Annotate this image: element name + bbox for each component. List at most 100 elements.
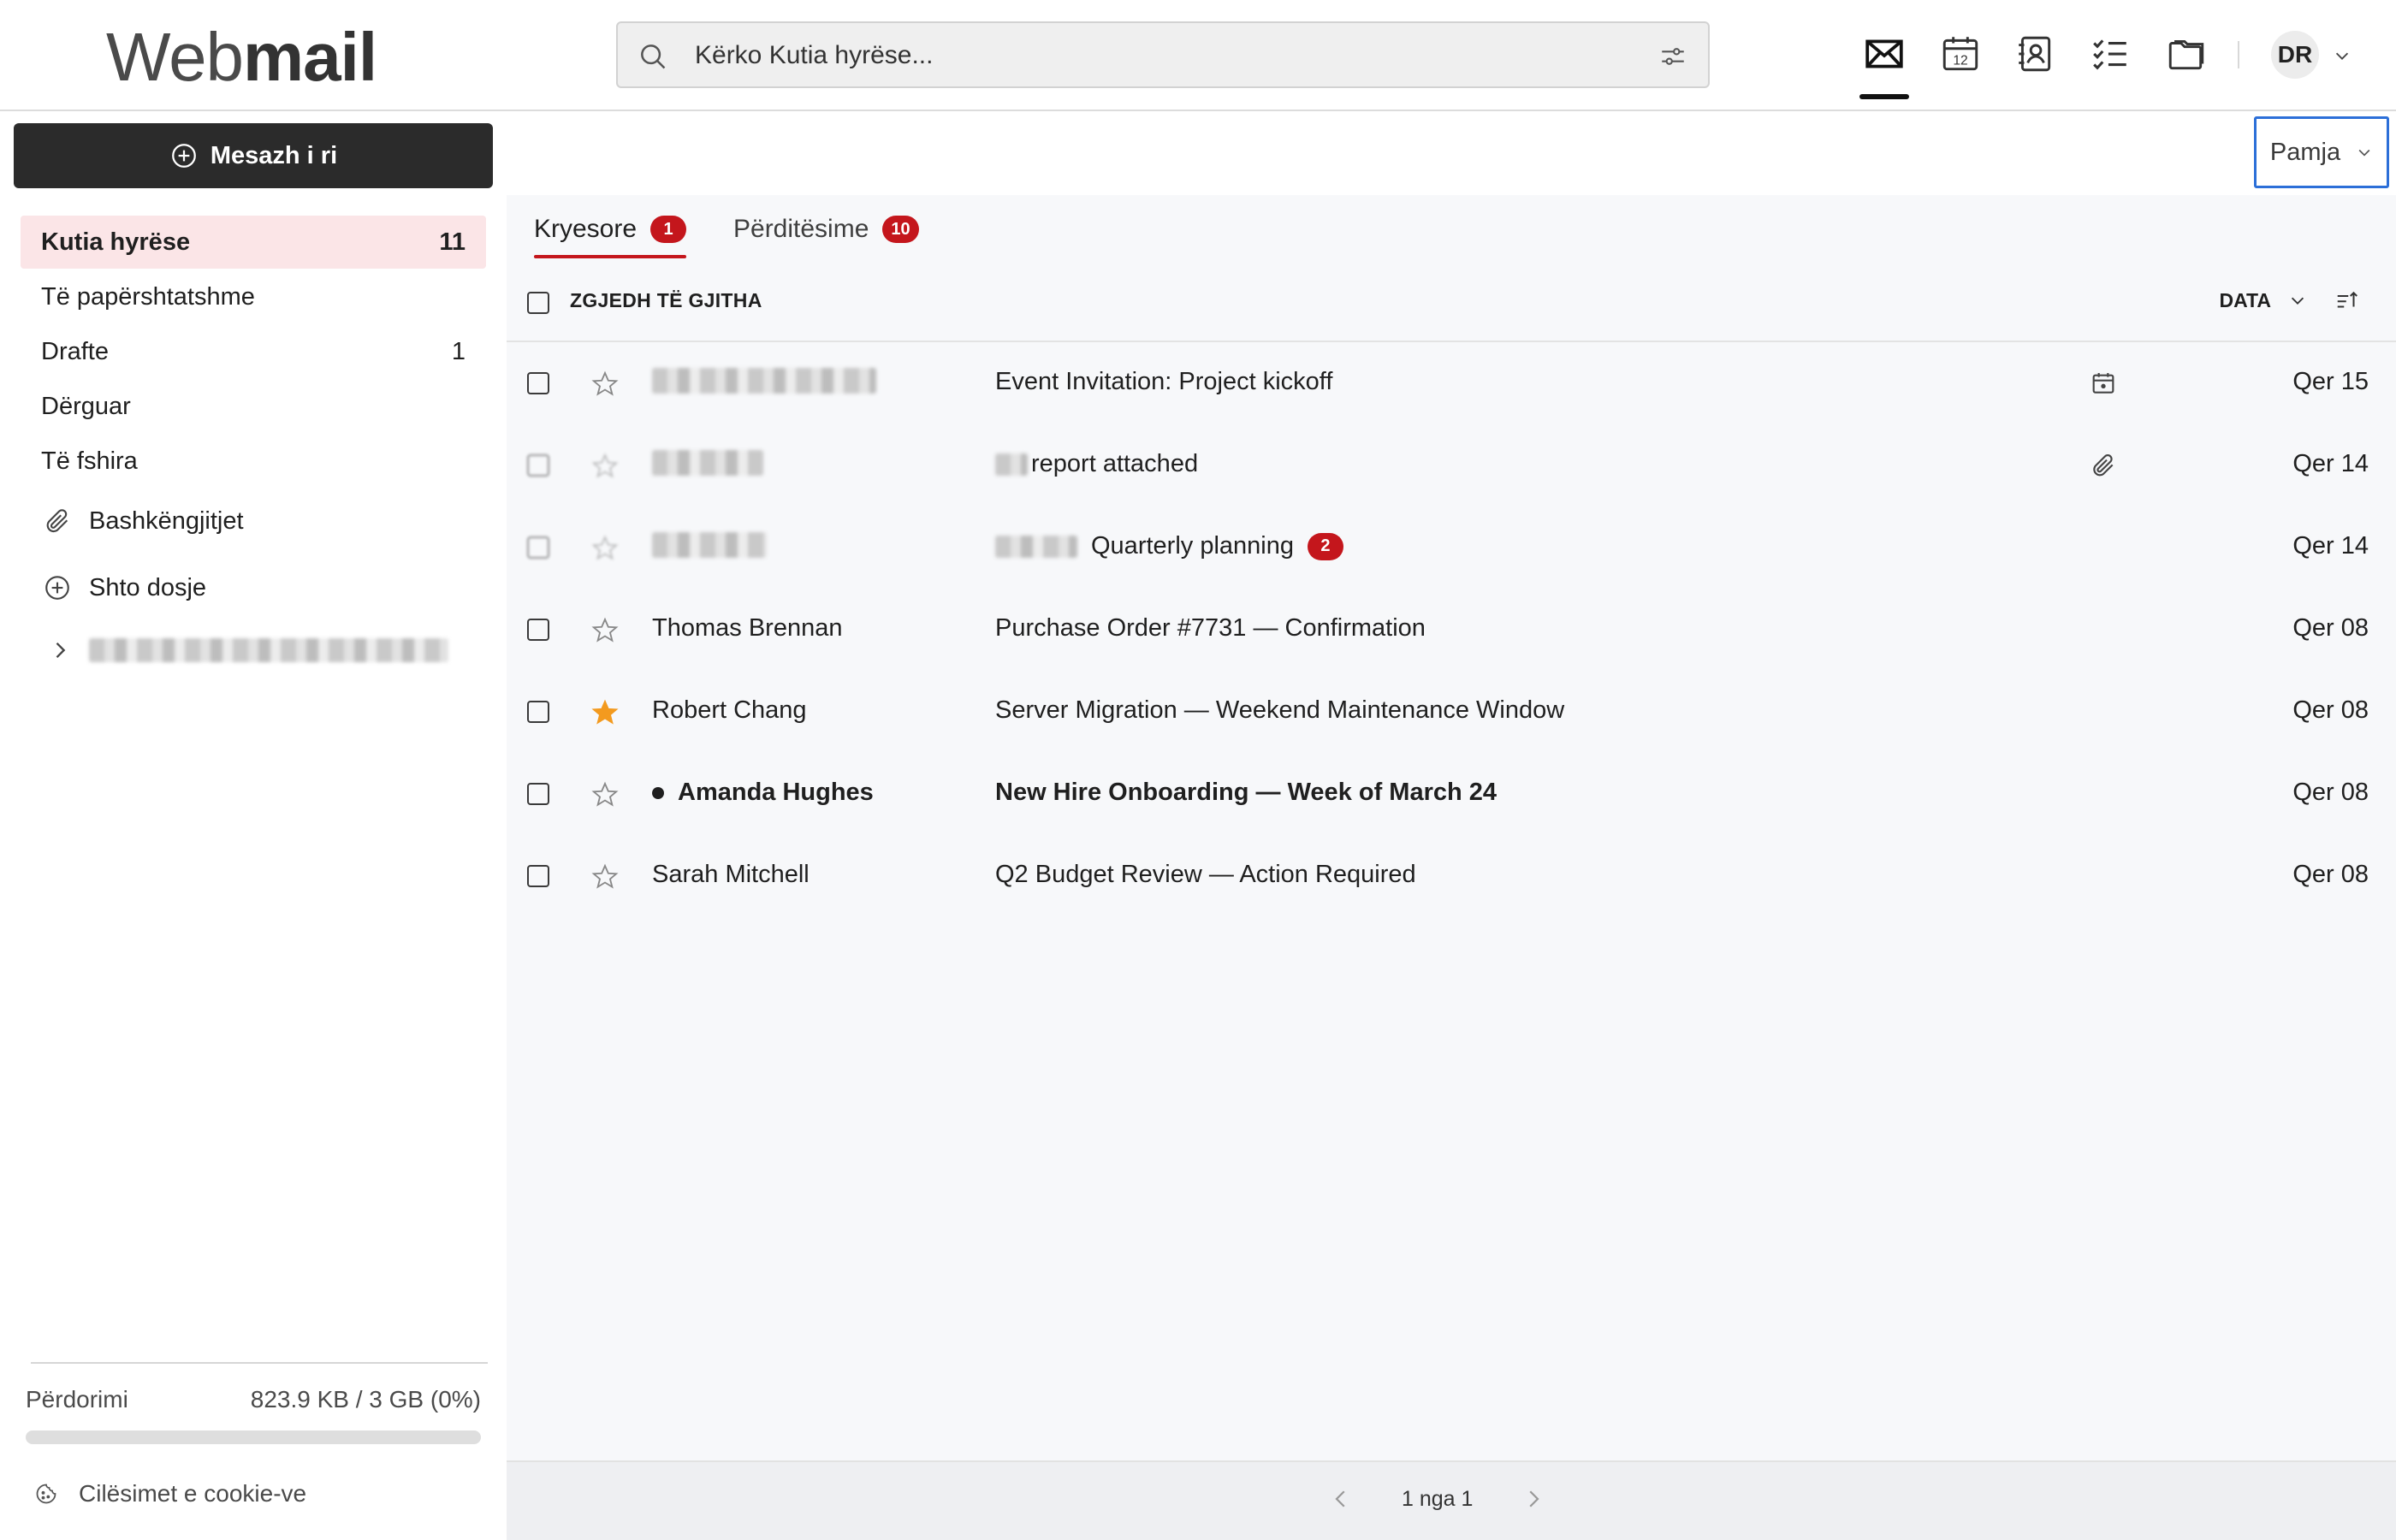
chevron-right-icon[interactable] <box>48 638 72 662</box>
sort-order-icon[interactable] <box>2334 287 2360 313</box>
mail-icon[interactable] <box>1859 33 1909 99</box>
attachment-icon <box>2093 453 2114 477</box>
star-icon[interactable] <box>590 370 620 399</box>
folder-drafts[interactable]: Drafte 1 <box>21 325 486 378</box>
list-header: ZGJEDH TË GJITHA DATA <box>507 264 2396 342</box>
star-icon[interactable] <box>590 452 620 481</box>
message-sender: Amanda Hughes <box>652 779 874 807</box>
unread-count-badge: 10 <box>882 216 919 243</box>
tab-updates[interactable]: Përditësime 10 <box>733 195 919 264</box>
contacts-icon[interactable] <box>2013 33 2056 75</box>
star-icon[interactable] <box>590 780 620 809</box>
folder-trash[interactable]: Të fshira <box>21 435 486 488</box>
tab-primary[interactable]: Kryesore 1 <box>534 195 687 264</box>
filter-sliders-icon[interactable] <box>1658 42 1687 71</box>
cookie-settings-link[interactable]: Cilësimet e cookie-ve <box>34 1480 306 1507</box>
list-toolbar: Pamja <box>507 113 2396 195</box>
message-subject: Purchase Order #7731 — Confirmation <box>995 614 1426 643</box>
avatar[interactable]: DR <box>2271 31 2319 79</box>
message-date: Qer 14 <box>2292 450 2369 477</box>
usage-value: 823.9 KB / 3 GB (0%) <box>250 1386 481 1413</box>
star-icon[interactable] <box>590 862 620 891</box>
plus-circle-icon <box>45 576 69 600</box>
message-sender <box>652 368 876 394</box>
tasks-icon[interactable] <box>2089 33 2132 75</box>
search-input[interactable] <box>695 35 1602 76</box>
message-row[interactable]: Sarah Mitchell Q2 Budget Review — Action… <box>507 835 2396 917</box>
redacted-sender <box>652 450 763 476</box>
view-dropdown-button[interactable]: Pamja <box>2254 116 2389 188</box>
chevron-left-icon[interactable] <box>1328 1486 1354 1512</box>
sort-control[interactable]: DATA <box>2220 287 2360 313</box>
folder-spam[interactable]: Të papërshtatshme <box>21 270 486 323</box>
message-row[interactable]: Robert Chang Server Migration — Weekend … <box>507 671 2396 753</box>
folder-count: 1 <box>451 337 466 365</box>
chevron-down-icon[interactable] <box>2288 291 2307 310</box>
add-folder-link[interactable]: Shto dosje <box>43 573 206 602</box>
chevron-down-icon <box>2358 149 2370 157</box>
star-icon[interactable] <box>590 616 620 645</box>
subject-text: Purchase Order #7731 — Confirmation <box>995 614 1426 642</box>
message-subject: Quarterly planning 2 <box>995 532 1343 560</box>
message-list-pane: Pamja Kryesore 1 Përditësime 10 ZGJEDH T… <box>507 113 2396 1540</box>
app-logo[interactable]: Webmail <box>106 19 377 96</box>
message-row[interactable]: Quarterly planning 2 Qer 14 <box>507 506 2396 589</box>
usage-label: Përdorimi <box>26 1386 128 1413</box>
logo-text-light: Web <box>106 19 244 95</box>
row-checkbox[interactable] <box>527 454 549 477</box>
view-label: Pamja <box>2269 138 2341 166</box>
calendar-day-number: 12 <box>1953 54 1967 68</box>
chevron-down-icon[interactable] <box>2333 46 2352 65</box>
search-icon <box>641 44 666 69</box>
top-header: Webmail 12 DR <box>0 0 2396 111</box>
folder-sent[interactable]: Dërguar <box>21 380 486 433</box>
redacted-sender <box>652 368 876 394</box>
subject-text: report attached <box>1031 450 1199 477</box>
calendar-icon <box>2092 373 2114 394</box>
message-row[interactable]: Amanda Hughes New Hire Onboarding — Week… <box>507 753 2396 835</box>
message-row[interactable]: Event Invitation: Project kickoff Qer 15 <box>507 342 2396 424</box>
chevron-right-icon[interactable] <box>1521 1486 1546 1512</box>
account-folder-tree[interactable] <box>48 638 448 662</box>
message-subject: report attached <box>995 450 1198 478</box>
pagination-bar: 1 nga 1 <box>507 1460 2396 1540</box>
folder-inbox[interactable]: Kutia hyrëse 11 <box>21 216 486 269</box>
new-message-button[interactable]: Mesazh i ri <box>14 123 493 188</box>
subject-text: New Hire Onboarding — Week of March 24 <box>995 779 1498 806</box>
tab-label: Përditësime <box>733 215 869 243</box>
message-row[interactable]: Thomas Brennan Purchase Order #7731 — Co… <box>507 589 2396 671</box>
redacted-sender <box>652 532 767 558</box>
attachments-link[interactable]: Bashkëngjitjet <box>43 506 244 536</box>
message-row[interactable]: report attached Qer 14 <box>507 424 2396 506</box>
message-date: Qer 14 <box>2292 532 2369 560</box>
row-checkbox[interactable] <box>527 701 549 723</box>
files-icon[interactable] <box>2165 33 2208 75</box>
attachments-label: Bashkëngjitjet <box>89 506 244 535</box>
folder-label: Të papërshtatshme <box>41 282 255 311</box>
cookie-settings-label: Cilësimet e cookie-ve <box>79 1480 307 1507</box>
sidebar-divider <box>31 1362 488 1364</box>
sort-field-label[interactable]: DATA <box>2220 289 2271 312</box>
select-all-checkbox[interactable] <box>527 292 549 314</box>
sender-name: Sarah Mitchell <box>652 861 810 888</box>
star-icon[interactable] <box>590 534 620 563</box>
sender-name: Robert Chang <box>652 696 807 724</box>
row-checkbox[interactable] <box>527 619 549 641</box>
cookie-icon <box>36 1484 56 1504</box>
row-checkbox[interactable] <box>527 372 549 394</box>
star-filled-icon[interactable] <box>590 698 620 727</box>
sidebar: Mesazh i ri Kutia hyrëse 11 Të papërshta… <box>0 113 507 1540</box>
row-checkbox[interactable] <box>527 536 549 559</box>
calendar-icon[interactable]: 12 <box>1939 33 1982 75</box>
header-divider <box>2238 41 2239 68</box>
message-subject: Server Migration — Weekend Maintenance W… <box>995 696 1564 725</box>
new-message-label: Mesazh i ri <box>210 141 338 169</box>
message-date: Qer 08 <box>2292 779 2369 806</box>
row-checkbox[interactable] <box>527 783 549 805</box>
message-date: Qer 08 <box>2292 696 2369 724</box>
usage-progress-bar <box>26 1430 481 1444</box>
row-checkbox[interactable] <box>527 865 549 887</box>
select-all-label[interactable]: ZGJEDH TË GJITHA <box>570 289 762 312</box>
folder-label: Të fshira <box>41 447 138 475</box>
redacted-subject-prefix <box>995 535 1077 558</box>
